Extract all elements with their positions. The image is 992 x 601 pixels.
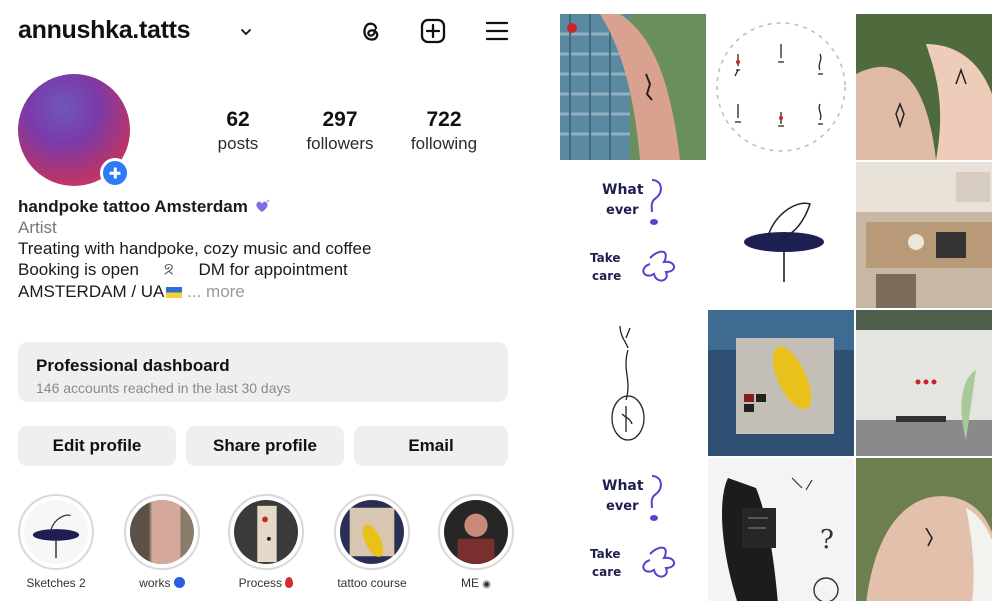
highlight-label: works xyxy=(118,576,206,590)
stat-following[interactable]: 722 following xyxy=(394,108,494,154)
highlight-label: tattoo course xyxy=(337,576,407,590)
highlight-works[interactable]: works xyxy=(118,494,206,590)
dashboard-subtitle: 146 accounts reached in the last 30 days xyxy=(36,380,291,396)
highlight-sketches[interactable]: Sketches 2 xyxy=(12,494,100,590)
dashboard-title: Professional dashboard xyxy=(36,356,230,375)
pin-icon: ᘝ xyxy=(163,262,174,279)
email-button[interactable]: Email xyxy=(354,426,508,466)
blue-circle-icon xyxy=(173,577,185,588)
profile-panel: annushka.tatts 62 posts 297 followers 72… xyxy=(0,0,535,601)
profile-bio: handpoke tattoo Amsterdam Artist Treatin… xyxy=(18,196,518,302)
grid-post[interactable] xyxy=(856,310,992,456)
grid-post[interactable] xyxy=(560,310,706,456)
highlight-label-text: Process xyxy=(238,576,282,590)
threads-icon[interactable] xyxy=(356,16,386,46)
chevron-down-icon[interactable] xyxy=(240,26,252,38)
add-post-icon[interactable] xyxy=(418,16,448,46)
post-text: Take xyxy=(590,251,621,265)
grid-post[interactable] xyxy=(708,14,854,160)
eye-icon: ◉ xyxy=(482,579,492,590)
username-switcher[interactable]: annushka.tatts xyxy=(18,16,191,45)
highlight-label: ME ◉ xyxy=(432,576,520,590)
post-text: care xyxy=(592,269,621,283)
following-label: following xyxy=(410,134,478,153)
bio-line-3: AMSTERDAM / UA xyxy=(18,282,165,301)
post-text: What xyxy=(602,478,644,494)
blood-drop-icon xyxy=(285,577,294,588)
grid-post[interactable]: What ever Take care xyxy=(560,162,706,308)
avatar-logo xyxy=(48,114,98,138)
highlight-label-text: works xyxy=(139,576,171,590)
bio-line-1: Treating with handpoke, cozy music and c… xyxy=(18,239,372,258)
highlight-thumbnail xyxy=(444,500,508,564)
edit-profile-button[interactable]: Edit profile xyxy=(18,426,176,466)
followers-label: followers xyxy=(306,134,374,153)
add-story-icon[interactable] xyxy=(100,158,130,188)
highlight-thumbnail xyxy=(340,500,404,564)
grid-post[interactable] xyxy=(708,310,854,456)
professional-dashboard[interactable]: Professional dashboard 146 accounts reac… xyxy=(18,342,508,402)
stat-posts[interactable]: 62 posts xyxy=(188,108,288,154)
highlight-ring xyxy=(18,494,94,570)
post-text: ever xyxy=(606,499,639,514)
followers-count: 297 xyxy=(322,108,358,131)
display-name: handpoke tattoo Amsterdam xyxy=(18,197,248,216)
highlight-ring xyxy=(124,494,200,570)
profile-category: Artist xyxy=(18,218,57,237)
highlight-label-text: ME xyxy=(460,576,479,590)
menu-icon[interactable] xyxy=(482,16,512,46)
highlight-label: Process xyxy=(222,576,310,590)
highlight-process[interactable]: Process xyxy=(222,494,310,590)
sparkle-heart-icon xyxy=(255,199,269,212)
bio-more-link[interactable]: ... more xyxy=(187,282,245,301)
post-text: Take xyxy=(590,547,621,561)
highlight-label: Sketches 2 xyxy=(26,576,86,590)
highlight-ring xyxy=(438,494,514,570)
posts-label: posts xyxy=(217,134,259,153)
grid-post[interactable] xyxy=(708,162,854,308)
highlight-ring xyxy=(228,494,304,570)
post-text: care xyxy=(592,565,621,579)
grid-post[interactable] xyxy=(856,14,992,160)
highlight-thumbnail xyxy=(234,500,298,564)
post-glyph: ? xyxy=(820,525,834,555)
bio-line-2a: Booking is open xyxy=(18,260,139,279)
ukraine-flag-icon xyxy=(166,287,183,298)
grid-post[interactable]: ? xyxy=(708,458,854,601)
grid-post[interactable] xyxy=(560,14,706,160)
highlight-me[interactable]: ME ◉ xyxy=(432,494,520,590)
stat-followers[interactable]: 297 followers xyxy=(290,108,390,154)
posts-grid: What ever Take care What ever Take care … xyxy=(560,14,992,601)
grid-post[interactable] xyxy=(856,458,992,601)
posts-count: 62 xyxy=(226,108,250,131)
share-profile-button[interactable]: Share profile xyxy=(186,426,344,466)
post-text: What xyxy=(602,182,644,198)
bio-line-2b: DM for appointment xyxy=(198,260,348,279)
highlight-tattoo-course[interactable]: tattoo course xyxy=(328,494,416,590)
highlight-thumbnail xyxy=(24,500,88,564)
highlight-ring xyxy=(334,494,410,570)
grid-post[interactable]: What ever Take care xyxy=(560,458,706,601)
profile-header: annushka.tatts xyxy=(18,14,517,50)
post-text: ever xyxy=(606,203,639,218)
grid-post[interactable] xyxy=(856,162,992,308)
following-count: 722 xyxy=(426,108,462,131)
highlight-thumbnail xyxy=(130,500,194,564)
